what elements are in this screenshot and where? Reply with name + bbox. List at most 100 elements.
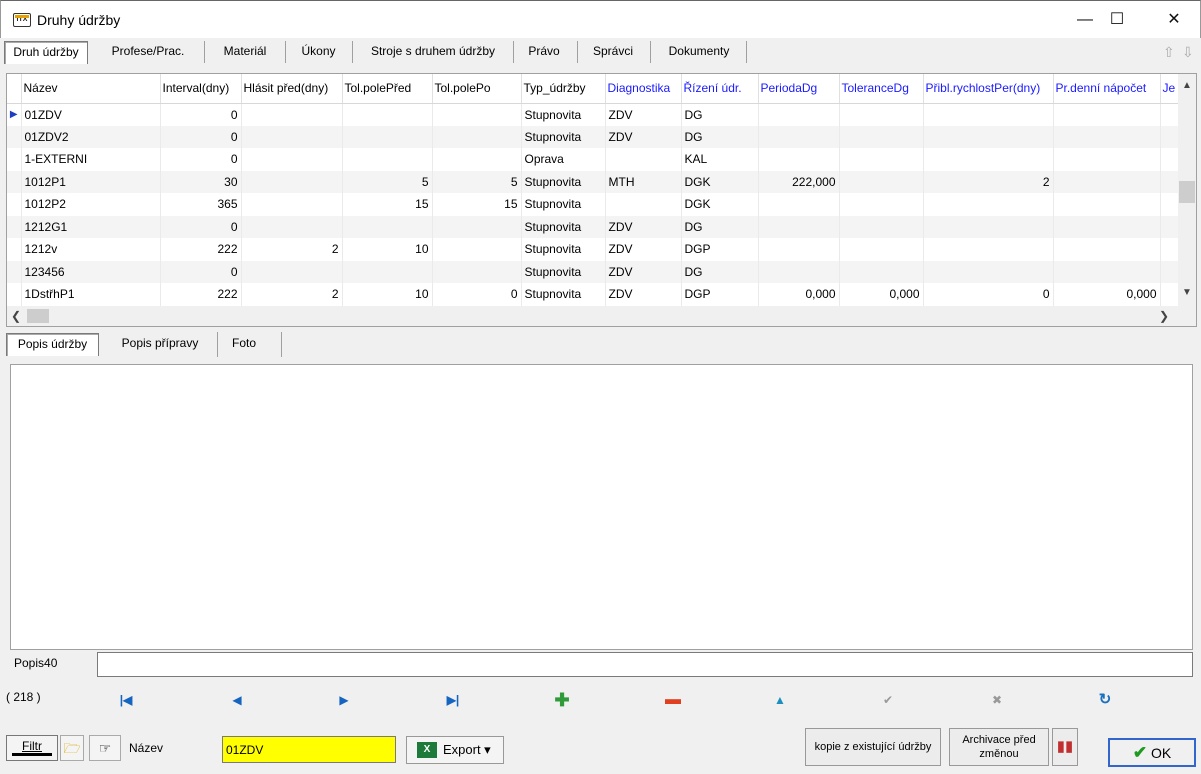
table-cell[interactable] — [758, 215, 840, 238]
table-cell[interactable] — [432, 103, 522, 126]
table-cell[interactable]: Stupnovita — [521, 170, 606, 193]
cancel-record-icon[interactable]: ✖ — [985, 690, 1009, 710]
col-header-rizeni[interactable]: Řízení údr. — [681, 74, 759, 104]
table-row[interactable]: ▶ 01ZDV 0 Stupnovita ZDV DG — [7, 103, 1188, 126]
table-cell[interactable] — [241, 103, 343, 126]
table-cell[interactable]: 15 — [432, 193, 522, 216]
table-cell[interactable]: 222 — [160, 238, 242, 261]
table-cell[interactable] — [605, 148, 682, 171]
tab-material[interactable]: Materiál — [210, 41, 280, 64]
table-cell[interactable]: 0 — [160, 148, 242, 171]
table-cell[interactable]: ZDV — [605, 215, 682, 238]
table-cell[interactable] — [241, 148, 343, 171]
table-cell[interactable]: ZDV — [605, 283, 682, 306]
prev-record-icon[interactable]: ◀ — [225, 690, 249, 710]
copy-existing-button[interactable]: kopie z existující údržby — [805, 728, 941, 766]
tab-popis-udrzby[interactable]: Popis údržby — [6, 333, 99, 356]
table-row[interactable]: 123456 0 Stupnovita ZDV DG — [7, 260, 1188, 283]
col-header-pribl-rychlost[interactable]: Přibl.rychlostPer(dny) — [923, 74, 1054, 104]
open-folder-icon[interactable]: 🗁 — [60, 735, 84, 761]
table-cell[interactable] — [241, 260, 343, 283]
table-cell[interactable]: Stupnovita — [521, 103, 606, 126]
col-header-pr-denni[interactable]: Pr.denní nápočet — [1053, 74, 1161, 104]
table-cell[interactable] — [923, 148, 1054, 171]
close-button[interactable]: ✕ — [1151, 1, 1197, 39]
table-cell[interactable] — [432, 125, 522, 148]
tab-popis-pripravy[interactable]: Popis přípravy — [108, 333, 212, 356]
table-cell[interactable] — [1053, 193, 1161, 216]
table-cell[interactable]: MTH — [605, 170, 682, 193]
table-cell[interactable] — [923, 215, 1054, 238]
table-cell[interactable] — [923, 103, 1054, 126]
table-cell[interactable]: 1012P2 — [21, 193, 161, 216]
table-cell[interactable] — [432, 238, 522, 261]
scroll-right-icon[interactable]: ❯ — [1155, 306, 1173, 326]
post-record-icon[interactable]: ✔ — [876, 690, 900, 710]
table-cell[interactable]: 0,000 — [1053, 283, 1161, 306]
table-row[interactable]: 1DstřhP1 222 2 10 0 Stupnovita ZDV DGP 0,000 0,00… — [7, 283, 1188, 306]
table-cell[interactable] — [923, 260, 1054, 283]
table-cell[interactable]: 1DstřhP1 — [21, 283, 161, 306]
table-cell[interactable] — [758, 148, 840, 171]
table-cell[interactable] — [241, 125, 343, 148]
col-header-je[interactable]: Je — [1160, 74, 1181, 104]
table-cell[interactable]: 30 — [160, 170, 242, 193]
col-header-tol-po[interactable]: Tol.polePo — [432, 74, 522, 104]
table-cell[interactable]: 0,000 — [758, 283, 840, 306]
table-cell[interactable] — [839, 148, 924, 171]
table-cell[interactable]: 0 — [160, 215, 242, 238]
table-cell[interactable] — [923, 193, 1054, 216]
table-cell[interactable] — [342, 260, 433, 283]
edit-record-icon[interactable]: ▲ — [768, 690, 792, 710]
tab-pravo[interactable]: Právo — [518, 41, 570, 64]
table-row[interactable]: 1212G1 0 Stupnovita ZDV DG — [7, 215, 1188, 238]
scroll-thumb[interactable] — [1179, 181, 1195, 203]
table-cell[interactable] — [342, 148, 433, 171]
table-row[interactable]: 1012P2 365 15 15 Stupnovita DGK — [7, 193, 1188, 216]
scroll-left-icon[interactable]: ❮ — [7, 306, 25, 326]
table-cell[interactable] — [605, 193, 682, 216]
tab-druh-udrzby[interactable]: Druh údržby — [4, 41, 88, 64]
table-cell[interactable]: Oprava — [521, 148, 606, 171]
table-cell[interactable]: 01ZDV — [21, 103, 161, 126]
table-cell[interactable] — [839, 215, 924, 238]
tab-ukony[interactable]: Úkony — [291, 41, 346, 64]
table-cell[interactable] — [342, 125, 433, 148]
table-cell[interactable]: 0,000 — [839, 283, 924, 306]
vertical-scrollbar[interactable]: ▲ ▼ — [1178, 74, 1196, 306]
table-cell[interactable]: ZDV — [605, 260, 682, 283]
next-record-icon[interactable]: ▶ — [332, 690, 356, 710]
table-cell[interactable] — [1160, 283, 1181, 306]
table-cell[interactable]: 5 — [432, 170, 522, 193]
col-header-interval[interactable]: Interval(dny) — [160, 74, 242, 104]
table-cell[interactable]: 0 — [432, 283, 522, 306]
table-cell[interactable] — [241, 215, 343, 238]
table-cell[interactable] — [758, 103, 840, 126]
table-cell[interactable] — [923, 238, 1054, 261]
popis40-input[interactable] — [97, 652, 1193, 677]
tab-dokumenty[interactable]: Dokumenty — [656, 41, 742, 64]
ok-button[interactable]: ✔ OK — [1108, 738, 1196, 767]
table-cell[interactable]: 0 — [160, 260, 242, 283]
table-cell[interactable]: Stupnovita — [521, 260, 606, 283]
first-record-icon[interactable]: |◀ — [114, 690, 138, 710]
table-cell[interactable]: 0 — [160, 103, 242, 126]
table-cell[interactable]: DG — [681, 125, 759, 148]
table-cell[interactable] — [1160, 215, 1181, 238]
tab-stroje[interactable]: Stroje s druhem údržby — [358, 41, 508, 64]
table-cell[interactable]: 1212G1 — [21, 215, 161, 238]
table-cell[interactable] — [342, 103, 433, 126]
delete-record-icon[interactable]: ▬ — [661, 690, 685, 710]
export-button[interactable]: X Export ▾ — [406, 736, 504, 764]
table-cell[interactable] — [342, 215, 433, 238]
description-textarea[interactable] — [10, 364, 1193, 650]
table-cell[interactable]: DGP — [681, 238, 759, 261]
table-cell[interactable]: KAL — [681, 148, 759, 171]
table-cell[interactable] — [1160, 148, 1181, 171]
table-row[interactable]: 01ZDV2 0 Stupnovita ZDV DG — [7, 125, 1188, 148]
table-cell[interactable]: Stupnovita — [521, 283, 606, 306]
col-header-perioda-dg[interactable]: PeriodaDg — [758, 74, 840, 104]
table-cell[interactable]: 2 — [923, 170, 1054, 193]
hscroll-thumb[interactable] — [27, 309, 49, 323]
table-cell[interactable]: 2 — [241, 238, 343, 261]
